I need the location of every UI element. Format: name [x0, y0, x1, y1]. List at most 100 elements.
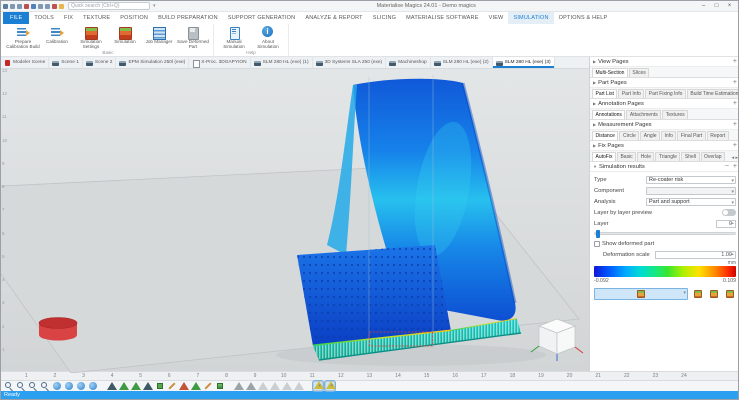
add-page-button[interactable] — [733, 58, 737, 65]
flip-triangle-icon[interactable] — [246, 381, 256, 391]
panel-tab[interactable]: Attachments — [626, 110, 661, 119]
ribbon-button[interactable]: Save Deformed Part — [176, 25, 210, 50]
add-page-button[interactable] — [733, 100, 737, 107]
triangle-filter-4-icon[interactable] — [294, 381, 304, 391]
panel-section-header[interactable]: Annotation Pages — [590, 99, 739, 109]
analysis-select[interactable]: Part and support — [646, 198, 736, 206]
scene-tab[interactable]: 3D Systems SLA 250 (exe) — [313, 57, 387, 68]
unmark-triangle-icon[interactable] — [179, 381, 189, 391]
ribbon-button[interactable]: Simulation — [108, 25, 142, 50]
mark-window-icon[interactable] — [155, 381, 165, 391]
panel-tab[interactable]: Basic — [617, 152, 636, 161]
edit-triangle-icon[interactable] — [203, 381, 213, 391]
create-triangle-icon[interactable] — [191, 381, 201, 391]
mark-triangle-icon[interactable] — [107, 381, 117, 391]
rotate-view-icon[interactable] — [52, 381, 62, 391]
smooth-region-icon[interactable] — [234, 381, 244, 391]
iso-view-icon[interactable] — [88, 381, 98, 391]
app-menu-icon[interactable] — [3, 4, 8, 9]
scene-tab[interactable]: Scene 2 — [83, 57, 117, 68]
panel-tab[interactable]: Distance — [592, 131, 618, 140]
minimize-button[interactable]: – — [697, 3, 710, 9]
ribbon-button[interactable]: Simulation Settings — [74, 25, 108, 50]
front-view-icon[interactable] — [76, 381, 86, 391]
scene-tab[interactable]: EPM Simulation 250l (exe) — [116, 57, 189, 68]
save-file-icon[interactable] — [17, 4, 22, 9]
remove-page-button[interactable] — [725, 163, 729, 170]
panel-tab[interactable]: Part List — [592, 89, 617, 98]
marked-part-view-button[interactable] — [691, 288, 704, 300]
panel-tab[interactable]: Shell — [681, 152, 699, 161]
panel-tab[interactable]: Hole — [637, 152, 654, 161]
mark-part-icon[interactable] — [215, 381, 225, 391]
panel-tab[interactable]: Info — [661, 131, 676, 140]
mark-plane-icon[interactable] — [119, 381, 129, 391]
import-part-icon[interactable] — [24, 4, 29, 9]
ribbon-button[interactable]: Manual Simulation — [217, 25, 251, 50]
deformation-scale-input[interactable]: 1.00 — [655, 251, 736, 259]
panel-tab[interactable]: AutoFix — [592, 152, 616, 161]
layer-preview-toggle[interactable] — [722, 209, 736, 216]
ribbon-tab[interactable]: SUPPORT GENERATION — [223, 12, 300, 24]
panel-tab[interactable]: Triangle — [655, 152, 680, 161]
panel-tab[interactable]: Part Info — [618, 89, 644, 98]
add-page-button[interactable] — [733, 79, 737, 86]
panel-tab[interactable]: Annotations — [592, 110, 625, 119]
ribbon-button[interactable]: Job Manager — [142, 25, 176, 50]
quick-search-input[interactable] — [68, 2, 150, 10]
close-button[interactable]: × — [723, 3, 736, 9]
redo-icon[interactable] — [38, 4, 43, 9]
panel-tab[interactable]: Circle — [619, 131, 639, 140]
panel-tab[interactable]: Slices — [629, 68, 649, 77]
panel-section-header[interactable]: Measurement Pages — [590, 120, 739, 130]
ribbon-tab[interactable]: SLICING — [368, 12, 401, 24]
ribbon-tab[interactable]: OPTIONS & HELP — [554, 12, 613, 24]
ribbon-tab[interactable]: POSITION — [115, 12, 153, 24]
component-select[interactable] — [646, 187, 736, 195]
scene-tab[interactable]: SLM 280 HL (exe) (1) — [251, 57, 313, 68]
panel-tab[interactable]: Overlap — [701, 152, 726, 161]
triangle-filter-3-icon[interactable] — [282, 381, 292, 391]
ribbon-button[interactable]: About Simulation — [251, 25, 285, 50]
slider-handle[interactable] — [596, 230, 600, 238]
add-page-button[interactable] — [733, 142, 737, 149]
maximize-button[interactable]: □ — [710, 3, 723, 9]
panel-tab[interactable]: Final Part — [677, 131, 705, 140]
calibration-puck[interactable] — [39, 318, 77, 341]
scene-tab[interactable]: Machineshop — [386, 57, 431, 68]
triangle-filter-2-icon[interactable] — [270, 381, 280, 391]
ribbon-button[interactable]: Calibration — [40, 25, 74, 50]
slices-view-button[interactable] — [723, 288, 736, 300]
add-page-button[interactable] — [733, 121, 737, 128]
mark-brush-icon[interactable] — [167, 381, 177, 391]
ribbon-tab[interactable]: FIX — [59, 12, 78, 24]
scene-tab[interactable]: X-Proc. 3DGAPYION — [189, 57, 250, 68]
panel-tab[interactable]: Report — [707, 131, 729, 140]
undo-icon[interactable] — [31, 4, 36, 9]
supports-view-button[interactable] — [707, 288, 720, 300]
viewport-canvas[interactable] — [1, 69, 589, 373]
panel-tab[interactable]: Textures — [662, 110, 688, 119]
panel-section-header[interactable]: Part Pages — [590, 78, 739, 88]
open-file-icon[interactable] — [10, 4, 15, 9]
panel-tab[interactable]: Part Fixing Info — [645, 89, 686, 98]
type-select[interactable]: Re-coater risk — [646, 176, 736, 184]
ribbon-tab[interactable]: FILE — [3, 12, 29, 24]
ribbon-button[interactable]: Prepare Calibration Build — [6, 25, 40, 50]
scene-tab[interactable]: SLM 280 HL (exe) (3) — [493, 57, 555, 68]
key-icon[interactable] — [59, 4, 64, 9]
add-page-button[interactable] — [733, 163, 737, 170]
zoom-window-icon[interactable] — [4, 381, 14, 391]
triangle-filter-1-icon[interactable] — [258, 381, 268, 391]
ribbon-tab[interactable]: ANALYZE & REPORT — [300, 12, 367, 24]
ribbon-tab[interactable]: MATERIALISE SOFTWARE — [401, 12, 483, 24]
zoom-in-icon[interactable] — [16, 381, 26, 391]
mark-surface-icon[interactable] — [131, 381, 141, 391]
layer-input[interactable]: 0 — [716, 220, 736, 228]
panel-section-header[interactable]: View Pages — [590, 57, 739, 67]
layer-slider[interactable] — [594, 232, 736, 235]
ribbon-tab[interactable]: TEXTURE — [78, 12, 115, 24]
scene-tab[interactable]: Scene 1 — [49, 57, 83, 68]
pan-view-icon[interactable] — [64, 381, 74, 391]
ribbon-tab[interactable]: TOOLS — [29, 12, 59, 24]
